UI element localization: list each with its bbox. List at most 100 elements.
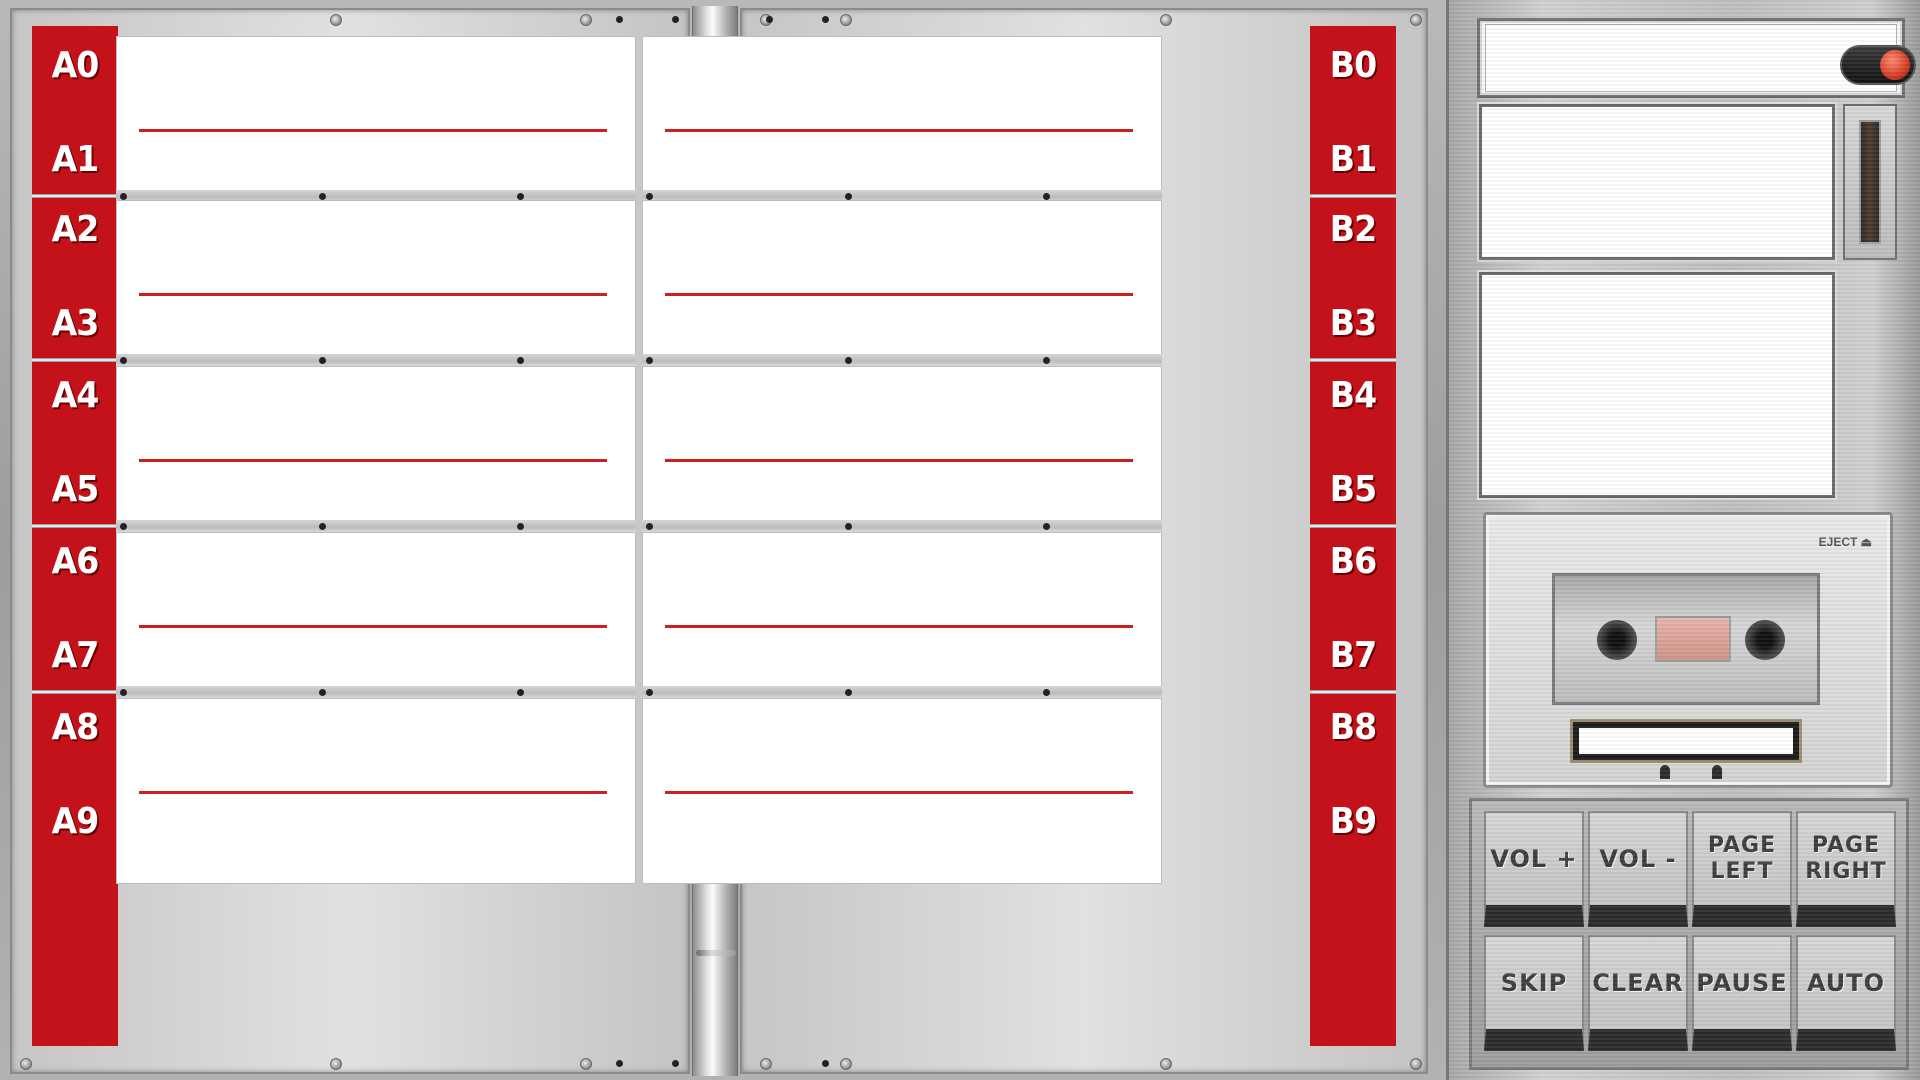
page-left-button[interactable]: PAGE LEFT: [1692, 811, 1792, 927]
selection-label-a3[interactable]: A3: [35, 302, 114, 346]
screw-dot: [120, 689, 127, 696]
selection-label-b9[interactable]: B9: [1313, 800, 1392, 844]
selection-divider: [1310, 358, 1396, 362]
right-selection-column: B0 B1 B2 B3 B4 B5 B6 B7 B8 B9: [1310, 26, 1396, 1046]
selection-label-b3[interactable]: B3: [1313, 302, 1392, 346]
title-strip-a2[interactable]: [117, 201, 635, 293]
control-console: EJECT ⏏ VOL + VOL - PAGE LEFT PAGE RIGHT SKI…: [1446, 0, 1920, 1080]
selection-label-a1[interactable]: A1: [35, 138, 114, 182]
selection-label-a2[interactable]: A2: [35, 208, 114, 252]
title-strip-a0[interactable]: [117, 37, 635, 129]
card-divider-line: [139, 129, 607, 132]
screw-dot: [517, 357, 524, 364]
vol-up-button[interactable]: VOL +: [1484, 811, 1584, 927]
selection-label-b5[interactable]: B5: [1313, 468, 1392, 512]
panel-rivet: [20, 1058, 32, 1070]
card-divider-line: [139, 459, 607, 462]
card-divider-line: [139, 791, 607, 794]
card-separator: [116, 520, 636, 532]
selection-label-a4[interactable]: A4: [35, 374, 114, 418]
page-right-button[interactable]: PAGE RIGHT: [1796, 811, 1896, 927]
selection-divider: [32, 358, 118, 362]
selection-label-b4[interactable]: B4: [1313, 374, 1392, 418]
screw-dot: [517, 689, 524, 696]
panel-screw: [766, 16, 773, 23]
title-strip-card: [642, 698, 1162, 884]
vol-down-button[interactable]: VOL -: [1588, 811, 1688, 927]
vol-down-button-label: VOL -: [1599, 845, 1677, 873]
card-separator: [642, 686, 1162, 698]
screw-dot: [646, 193, 653, 200]
now-playing-display: [1479, 104, 1835, 260]
control-button-panel: VOL + VOL - PAGE LEFT PAGE RIGHT SKIP CLEAR PA…: [1469, 798, 1909, 1070]
auto-button[interactable]: AUTO: [1796, 935, 1896, 1051]
screw-dot: [845, 357, 852, 364]
auto-button-label: AUTO: [1806, 969, 1886, 997]
panel-rivet: [840, 1058, 852, 1070]
screw-dot: [319, 193, 326, 200]
screw-dot: [319, 689, 326, 696]
power-toggle-knob[interactable]: [1880, 50, 1910, 80]
title-strip-b4[interactable]: [643, 367, 1161, 459]
title-strip-b2[interactable]: [643, 201, 1161, 293]
screw-dot: [1043, 523, 1050, 530]
selection-label-b6[interactable]: B6: [1313, 540, 1392, 584]
selection-label-b8[interactable]: B8: [1313, 706, 1392, 750]
screw-dot: [517, 193, 524, 200]
selection-label-b2[interactable]: B2: [1313, 208, 1392, 252]
pause-button[interactable]: PAUSE: [1692, 935, 1792, 1051]
left-reel-icon: [1597, 620, 1637, 660]
selection-label-b1[interactable]: B1: [1313, 138, 1392, 182]
panel-rivet: [580, 1058, 592, 1070]
cassette-label: [1579, 728, 1793, 754]
card-divider-line: [139, 625, 607, 628]
hinge-knuckle: [696, 950, 736, 956]
title-strip-a9[interactable]: [117, 794, 635, 886]
screw-dot: [319, 523, 326, 530]
panel-screw: [616, 16, 623, 23]
jukebox-screen: A0 A1 A2 A3 A4 A5 A6 A7 A8 A9 B0 B1 B2 B3 B4 B5 B6 B7 B8 B…: [0, 0, 1920, 1080]
status-display: [1485, 24, 1916, 92]
screw-dot: [845, 689, 852, 696]
selection-label-a9[interactable]: A9: [35, 800, 114, 844]
page-right-button-label: PAGE RIGHT: [1805, 833, 1887, 884]
selection-label-a0[interactable]: A0: [35, 44, 114, 88]
title-strip-a6[interactable]: [117, 533, 635, 625]
selection-label-b7[interactable]: B7: [1313, 634, 1392, 678]
left-selection-column: A0 A1 A2 A3 A4 A5 A6 A7 A8 A9: [32, 26, 118, 1046]
selection-label-b0[interactable]: B0: [1313, 44, 1392, 88]
selection-label-a5[interactable]: A5: [35, 468, 114, 512]
vol-up-button-label: VOL +: [1490, 845, 1578, 873]
pause-button-label: PAUSE: [1696, 969, 1788, 997]
card-divider-line: [139, 293, 607, 296]
screw-dot: [120, 357, 127, 364]
panel-rivet: [330, 14, 342, 26]
deck-foot: [1712, 765, 1722, 779]
cassette-window: [1552, 573, 1820, 705]
title-strip-b6[interactable]: [643, 533, 1161, 625]
screw-dot: [1043, 193, 1050, 200]
selection-label-a7[interactable]: A7: [35, 634, 114, 678]
skip-button[interactable]: SKIP: [1484, 935, 1584, 1051]
eject-button[interactable]: EJECT ⏏: [1819, 535, 1872, 549]
card-separator: [642, 520, 1162, 532]
right-reel-icon: [1745, 620, 1785, 660]
screw-dot: [517, 523, 524, 530]
screw-dot: [646, 357, 653, 364]
cassette-deck: EJECT ⏏: [1483, 512, 1893, 788]
title-strip-a8[interactable]: [117, 699, 635, 791]
volume-meter: [1843, 104, 1897, 260]
selection-divider: [1310, 194, 1396, 198]
power-toggle[interactable]: [1840, 45, 1916, 85]
title-strip-b0[interactable]: [643, 37, 1161, 129]
title-strip-b9[interactable]: [643, 794, 1161, 886]
panel-rivet: [580, 14, 592, 26]
clear-button[interactable]: CLEAR: [1588, 935, 1688, 1051]
panel-rivet: [1410, 14, 1422, 26]
panel-screw: [616, 1060, 623, 1067]
queue-display: [1479, 272, 1835, 498]
title-strip-b8[interactable]: [643, 699, 1161, 791]
selection-label-a6[interactable]: A6: [35, 540, 114, 584]
title-strip-a4[interactable]: [117, 367, 635, 459]
selection-label-a8[interactable]: A8: [35, 706, 114, 750]
